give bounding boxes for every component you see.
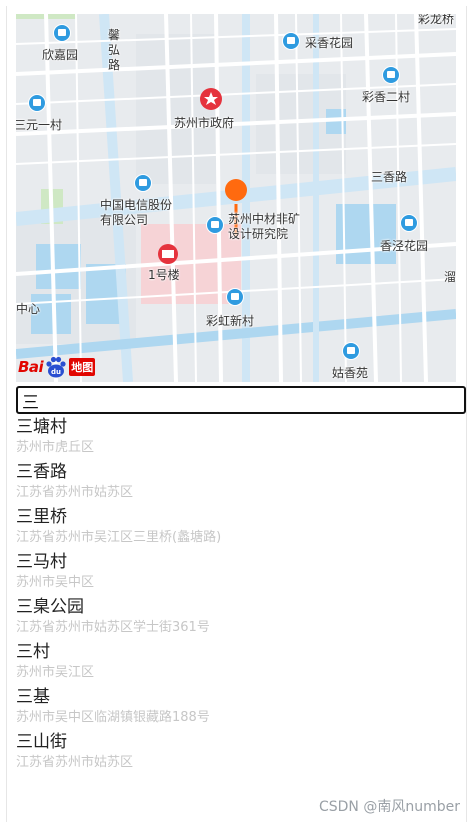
poi-icon[interactable] xyxy=(206,216,224,234)
poi-icon[interactable] xyxy=(382,66,400,84)
poi-icon[interactable] xyxy=(226,288,244,306)
suggestion-item[interactable]: 三山街 江苏省苏州市姑苏区 xyxy=(16,731,456,776)
suggestion-name: 三马村 xyxy=(16,552,67,572)
logo-du-text: du xyxy=(51,368,61,376)
suggestion-item[interactable]: 三村 苏州市吴江区 xyxy=(16,641,456,686)
poi-icon[interactable] xyxy=(400,214,418,232)
poi-label-caihong-xincun[interactable]: 彩虹新村 xyxy=(206,314,254,328)
poi-label-xinjiayuan[interactable]: 欣嘉园 xyxy=(42,48,78,62)
suggestion-item[interactable]: 三基 苏州市吴中区临湖镇银藏路188号 xyxy=(16,686,456,731)
suggestion-name: 三里桥 xyxy=(16,507,67,527)
poi-label-telecom[interactable]: 中国电信股份 有限公司 xyxy=(100,198,172,228)
poi-label-caixiang-garden[interactable]: 采香花园 xyxy=(305,36,353,50)
poi-icon[interactable] xyxy=(53,24,71,42)
suggestion-address: 江苏省苏州市姑苏区 xyxy=(16,485,134,500)
poi-label-zhongcai-institute[interactable]: 苏州中材非矿 设计研究院 xyxy=(228,212,300,242)
poi-label-top-right[interactable]: 彩龙桥 xyxy=(418,14,454,26)
poi-icon[interactable] xyxy=(134,174,152,192)
suggestion-name: 三山街 xyxy=(16,732,67,752)
poi-label-sanyuan-yicun[interactable]: 三元一村 xyxy=(16,118,62,132)
suggestion-name: 三臬公园 xyxy=(16,597,84,617)
suggestion-item[interactable]: 三香路 江苏省苏州市姑苏区 xyxy=(16,461,456,506)
suggestion-address: 苏州市虎丘区 xyxy=(16,440,95,455)
poi-label-xiangjing-garden[interactable]: 香泾花园 xyxy=(380,239,428,253)
suggestion-item[interactable]: 三马村 苏州市吴中区 xyxy=(16,551,456,596)
poi-label-center: 中心 xyxy=(16,302,41,316)
suggestion-item[interactable]: 三里桥 江苏省苏州市吴江区三里桥(蠡塘路) xyxy=(16,506,456,551)
map-edge-label: 溜 xyxy=(444,270,456,284)
suggestion-address: 江苏省苏州市姑苏区 xyxy=(16,755,134,770)
suggestion-name: 三基 xyxy=(16,687,50,707)
poi-label-guxiang-yuan[interactable]: 姑香苑 xyxy=(332,366,368,380)
suggestion-item[interactable]: 三塘村 苏州市虎丘区 xyxy=(16,416,456,461)
suggestion-address: 苏州市吴中区 xyxy=(16,575,95,590)
suggestion-name: 三塘村 xyxy=(16,417,67,437)
baidu-map-logo: Bai du 地图 xyxy=(18,354,96,380)
poi-label-city-gov[interactable]: 苏州市政府 xyxy=(174,116,234,130)
suggestion-item[interactable]: 三臬公园 江苏省苏州市姑苏区学士街361号 xyxy=(16,596,456,641)
suggestion-address: 江苏省苏州市吴江区三里桥(蠡塘路) xyxy=(16,530,222,545)
map-view[interactable]: 欣嘉园 馨弘路 采香花园 彩龙桥 彩香二村 三元一村 苏州市政府 三香路 中国电… xyxy=(16,14,456,382)
poi-label-building-1[interactable]: 1号楼 xyxy=(148,268,180,282)
search-input[interactable] xyxy=(16,386,466,414)
suggestion-name: 三香路 xyxy=(16,462,67,482)
poi-icon[interactable] xyxy=(28,94,46,112)
suggestion-address: 江苏省苏州市姑苏区学士街361号 xyxy=(16,620,210,635)
poi-icon[interactable] xyxy=(282,32,300,50)
suggestion-address: 苏州市吴江区 xyxy=(16,665,95,680)
baidu-paw-icon: du xyxy=(46,356,66,378)
suggestion-address: 苏州市吴中区临湖镇银藏路188号 xyxy=(16,710,210,725)
road-label-sanxiang: 三香路 xyxy=(371,170,408,184)
poi-label-caixiang-ercun[interactable]: 彩香二村 xyxy=(362,90,410,104)
suggestion-list: 三塘村 苏州市虎丘区 三香路 江苏省苏州市姑苏区 三里桥 江苏省苏州市吴江区三里… xyxy=(16,416,456,776)
poi-icon[interactable] xyxy=(342,342,360,360)
logo-map-text: 地图 xyxy=(69,358,96,376)
watermark: CSDN @南风number xyxy=(318,799,460,815)
suggestion-name: 三村 xyxy=(16,642,50,662)
logo-bai-text: Bai xyxy=(18,358,44,376)
road-label-xiehong: 馨弘路 xyxy=(108,28,121,72)
